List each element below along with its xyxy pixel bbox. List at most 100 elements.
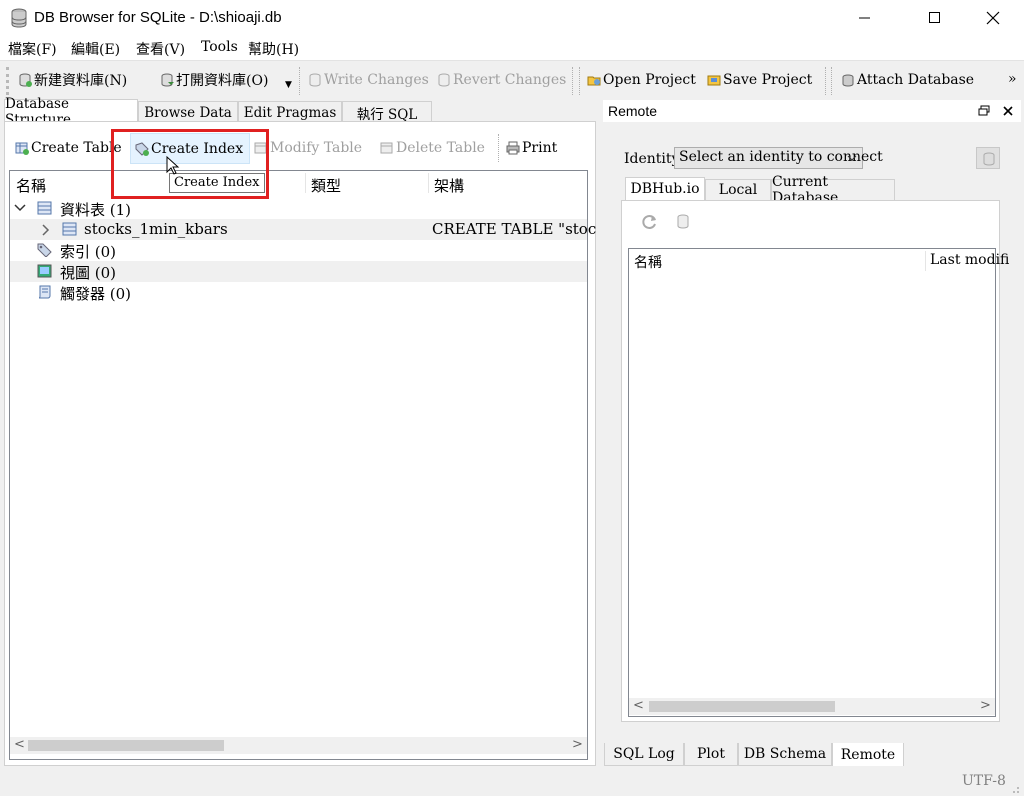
dock-tab-sql-log[interactable]: SQL Log <box>604 743 684 766</box>
resize-grip-icon[interactable] <box>1008 782 1020 794</box>
tree-row-views[interactable]: 視圖 (0) <box>10 261 587 282</box>
tab-execute-sql[interactable]: 執行 SQL <box>342 101 432 123</box>
printer-icon <box>506 141 520 155</box>
close-button[interactable] <box>970 0 1016 36</box>
tab-database-structure[interactable]: Database Structure <box>4 96 138 128</box>
close-icon <box>986 11 1000 25</box>
scroll-left-icon[interactable]: < <box>633 698 644 713</box>
print-label: Print <box>522 140 558 156</box>
mouse-cursor-icon <box>166 156 180 175</box>
open-project-button[interactable]: Open Project <box>587 69 696 91</box>
modify-table-button[interactable]: Modify Table <box>254 136 362 160</box>
close-dock-icon[interactable] <box>1002 105 1014 117</box>
dock-tab-db-schema[interactable]: DB Schema <box>738 743 832 766</box>
scroll-left-icon[interactable]: < <box>14 737 25 752</box>
column-header-type[interactable]: 類型 <box>311 175 341 196</box>
tree-row-triggers[interactable]: 觸發器 (0) <box>10 282 587 303</box>
chevron-down-icon[interactable] <box>14 203 26 213</box>
chevron-down-icon <box>847 155 857 161</box>
main-toolbar: 新建資料庫(N) 打開資料庫(O) ▼ Write Changes Revert… <box>0 60 1024 98</box>
tab-browse-data[interactable]: Browse Data <box>138 101 238 123</box>
minimize-button[interactable] <box>842 0 888 36</box>
open-database-label: 打開資料庫(O) <box>176 73 269 89</box>
create-table-button[interactable]: Create Table <box>15 136 122 160</box>
open-project-label: Open Project <box>603 72 696 88</box>
remote-panel: Identity Select an identity to connect D… <box>603 122 1021 766</box>
scroll-right-icon[interactable]: > <box>980 698 991 713</box>
scrollbar-thumb[interactable] <box>649 701 835 712</box>
scrollbar-thumb[interactable] <box>28 740 224 751</box>
remote-tab-dbhub[interactable]: DBHub.io <box>625 177 705 200</box>
horizontal-scrollbar[interactable]: < > <box>629 698 995 715</box>
save-project-button[interactable]: Save Project <box>707 69 812 91</box>
open-project-icon <box>587 76 601 86</box>
new-database-button[interactable]: 新建資料庫(N) <box>18 69 127 91</box>
undock-icon[interactable] <box>978 105 990 117</box>
tooltip: Create Index <box>169 173 265 193</box>
tree-row-tables[interactable]: 資料表 (1) <box>10 198 587 219</box>
table-icon <box>37 201 52 215</box>
print-button[interactable]: Print <box>506 136 557 160</box>
horizontal-scrollbar[interactable]: < > <box>10 737 587 754</box>
identity-select[interactable]: Select an identity to connect <box>674 147 883 169</box>
maximize-button[interactable] <box>912 0 958 36</box>
save-project-label: Save Project <box>723 72 813 88</box>
remote-column-last-modified[interactable]: Last modifi <box>930 252 1009 268</box>
delete-table-button[interactable]: Delete Table <box>380 136 485 160</box>
refresh-icon[interactable] <box>642 214 658 230</box>
scroll-right-icon[interactable]: > <box>572 737 583 752</box>
open-database-icon <box>161 73 174 87</box>
menu-tools[interactable]: Tools <box>201 39 238 55</box>
tab-edit-pragmas[interactable]: Edit Pragmas <box>238 101 342 123</box>
tree-row-table-item[interactable]: stocks_1min_kbars CREATE TABLE "stoc <box>10 219 596 240</box>
index-tag-icon <box>37 243 52 257</box>
tree-schema-cell: CREATE TABLE "stoc <box>432 220 597 238</box>
tree-label: 觸發器 (0) <box>60 285 132 303</box>
toolbar-overflow-button[interactable]: » <box>1008 71 1017 87</box>
clone-database-icon[interactable] <box>676 214 692 230</box>
remote-tab-current-database[interactable]: Current Database <box>771 174 895 206</box>
tree-label: 索引 (0) <box>60 243 117 261</box>
connect-button[interactable] <box>976 147 1000 169</box>
new-database-icon <box>19 73 32 87</box>
toolbar-separator <box>579 67 580 95</box>
menu-view[interactable]: 查看(V) <box>136 39 185 59</box>
database-app-icon <box>11 8 27 28</box>
tree-label: 視圖 (0) <box>60 264 117 282</box>
modify-table-label: Modify Table <box>270 140 363 156</box>
column-divider <box>305 173 306 193</box>
write-changes-icon <box>309 73 321 87</box>
dock-tab-plot[interactable]: Plot <box>684 743 738 766</box>
revert-changes-icon <box>438 73 450 87</box>
menu-edit[interactable]: 編輯(E) <box>71 39 120 59</box>
column-header-name[interactable]: 名稱 <box>16 175 46 196</box>
revert-changes-label: Revert Changes <box>453 72 567 88</box>
delete-table-label: Delete Table <box>396 140 485 156</box>
new-database-label: 新建資料庫(N) <box>34 73 128 89</box>
open-database-button[interactable]: 打開資料庫(O) <box>160 69 268 91</box>
column-header-schema[interactable]: 架構 <box>434 175 464 196</box>
tree-row-indices[interactable]: 索引 (0) <box>10 240 587 261</box>
table-icon <box>62 222 77 236</box>
attach-database-button[interactable]: Attach Database <box>841 69 974 91</box>
delete-table-icon <box>380 142 393 154</box>
schema-tree[interactable]: 名稱 類型 架構 資料表 (1) stocks_1min_kbars CREAT… <box>9 170 596 760</box>
dock-tab-remote[interactable]: Remote <box>832 743 904 768</box>
toolbar-separator <box>498 134 499 162</box>
save-project-icon <box>707 75 721 86</box>
database-connect-icon <box>983 152 995 166</box>
revert-changes-button[interactable]: Revert Changes <box>437 69 566 91</box>
chevron-right-icon[interactable] <box>41 224 51 236</box>
title-bar: DB Browser for SQLite - D:\shioaji.db <box>0 0 1024 36</box>
menu-bar: 檔案(F) 編輯(E) 查看(V) Tools 幫助(H) <box>0 36 1024 60</box>
open-database-dropdown-icon[interactable]: ▼ <box>285 80 292 90</box>
remote-dock-title: Remote <box>608 103 658 119</box>
remote-tab-local[interactable]: Local <box>705 179 771 200</box>
minimize-icon <box>859 17 870 19</box>
menu-help[interactable]: 幫助(H) <box>248 39 299 59</box>
write-changes-button[interactable]: Write Changes <box>308 69 429 91</box>
remote-list[interactable]: 名稱 Last modifi < > <box>628 248 1009 717</box>
menu-file[interactable]: 檔案(F) <box>8 39 57 59</box>
remote-column-name[interactable]: 名稱 <box>634 252 662 272</box>
remote-dock-header: Remote <box>603 100 1021 122</box>
